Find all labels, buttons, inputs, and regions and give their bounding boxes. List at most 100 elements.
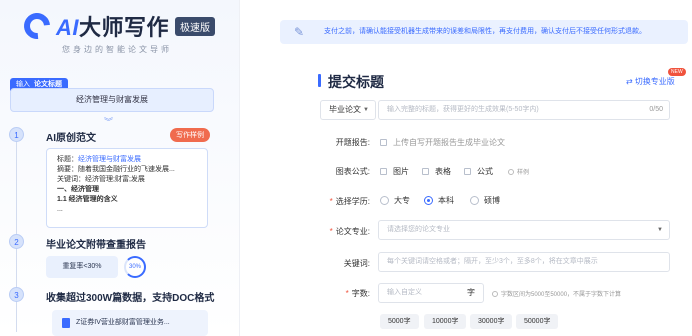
radio-selected-icon [424,196,433,206]
chart-example-link[interactable]: 样例 [508,167,529,176]
sample-ellipsis: ... [57,206,63,213]
notice-text: 支付之前，请确认能接受机器生成带来的误差和局限性，再支付费用，确认支付后不接受任… [324,28,646,35]
chart-option-label: 表格 [435,167,451,176]
dropdown-arrow-icon: ▼ [363,107,369,113]
keywords-label: 关键词: [310,258,370,269]
chart-label-text: 图表公式: [335,167,370,176]
words-hint: 字数区间为5000至50000，不属于字数下计算 [492,289,621,298]
step-number: 1 [9,127,24,142]
step-title: 收集超过300W篇数据，支持DOC格式 [46,293,215,304]
duplicate-ring: 30% [124,256,146,278]
input-title-box: 输入 论文标题 经济管理与财富发展 [8,78,236,112]
switch-icon: ⇄ [626,77,633,86]
step-number: 2 [9,234,24,249]
sample-keywords: 关键词：经济管理;财富;发展 [57,176,145,183]
sample-title-value: 经济管理与财富发展 [78,156,141,163]
checkbox-icon [464,168,471,176]
step-title: AI原创范文 [46,133,96,144]
input-tab-prefix: 输入 [16,81,30,88]
keywords-label-text: 关键词: [343,259,370,268]
duplicate-rate: 重复率<30% [46,256,118,278]
logo-mark-icon [18,7,56,45]
doc-item: Z证券IV营业部财富管理业务... [52,310,208,336]
education-option-bachelor[interactable]: 本科 [424,195,454,206]
words-input[interactable]: 输入自定义 字 [378,283,484,303]
title-char-count: 0/50 [649,106,663,113]
new-badge: NEW [668,68,686,76]
title-input[interactable]: 输入完整的标题，获得更好的生成效果(5-50字内) 0/50 [378,100,670,120]
chart-option-image[interactable]: 图片 [380,166,409,177]
words-placeholder: 输入自定义 [387,289,422,296]
sample-tag[interactable]: 写作样例 [170,128,210,142]
word-chip-50000[interactable]: 50000字 [516,314,559,329]
major-label-text: 论文专业: [335,227,370,236]
logo-name: 大师写作 [79,15,170,40]
input-tab-label: 论文标题 [34,81,62,88]
notice-icon: ✎ [294,25,305,39]
title-placeholder: 输入完整的标题，获得更好的生成效果(5-50字内) [387,106,539,113]
required-mark: * [329,197,333,206]
words-unit: 字 [467,288,475,297]
sample-card: 标题：经济管理与财富发展 摘要：随着我国金融行业的飞速发展... 关键词：经济管… [46,148,208,228]
switch-pro-button[interactable]: ⇄ 切换专业版 [626,76,675,87]
chart-option-formula[interactable]: 公式 [464,166,493,177]
section-title: 提交标题 [318,72,384,92]
step-title: 毕业论文附带查重报告 [46,240,146,251]
payment-notice: ✎ 支付之前，请确认能接受机器生成带来的误差和局限性，再支付费用，确认支付后不接… [280,20,688,44]
education-label-text: 选择学历: [335,197,370,206]
major-select[interactable]: 请选择您的论文专业 ▼ [378,220,670,240]
paper-type-value: 毕业论文 [329,105,361,114]
word-chip-5000[interactable]: 5000字 [380,314,419,329]
radio-icon [470,196,479,206]
chart-option-table[interactable]: 表格 [422,166,451,177]
chevrons-down-icon: ︾ [104,117,114,127]
chart-option-label: 公式 [477,167,493,176]
section-title-text: 提交标题 [328,74,384,90]
checkbox-icon [380,139,387,147]
step-number: 3 [9,287,24,302]
education-label: * 选择学历: [310,196,370,207]
required-mark: * [329,227,333,236]
education-option-college[interactable]: 大专 [380,195,410,206]
left-panel: AI大师写作 极速版 您身边的智能论文导师 输入 论文标题 经济管理与财富发展 ︾… [0,0,240,336]
education-option-label: 大专 [394,196,410,205]
info-icon [492,291,498,298]
sample-heading-1: 一、经济管理 [57,186,99,193]
dropdown-arrow-icon: ▼ [657,227,663,233]
chart-label: 图表公式: [310,166,370,177]
logo-ai: AI [56,15,79,40]
proposal-checkbox[interactable]: 上传自写开题报告生成毕业论文 [380,137,505,148]
edition-badge: 极速版 [175,16,216,36]
document-icon [62,318,70,328]
checkbox-icon [422,168,429,176]
sample-heading-2: 1.1 经济管理的含义 [57,196,118,203]
education-option-label: 本科 [438,196,454,205]
proposal-label: 开题报告: [310,137,370,148]
word-chip-30000[interactable]: 30000字 [470,314,513,329]
input-title-value: 经济管理与财富发展 [10,88,214,112]
sample-title: 标题：经济管理与财富发展 [57,155,197,165]
sample-abstract: 摘要：随着我国金融行业的飞速发展... [57,166,175,173]
slogan: 您身边的智能论文导师 [62,45,172,54]
chart-example-label: 样例 [517,170,530,176]
proposal-option-label: 上传自写开题报告生成毕业论文 [393,138,505,147]
radio-icon [380,196,389,206]
keywords-input[interactable]: 每个关键词请空格或者；隔开，至少3个，至多8个，将在文章中展示 [378,252,670,272]
info-icon [508,169,514,176]
paper-type-select[interactable]: 毕业论文 ▼ [320,100,376,120]
switch-pro-label: 切换专业版 [634,77,675,86]
major-placeholder: 请选择您的论文专业 [387,226,450,233]
word-chip-10000[interactable]: 10000字 [424,314,467,329]
logo: AI大师写作 极速版 [18,7,216,45]
education-option-master[interactable]: 硕博 [470,195,500,206]
checkbox-icon [380,168,387,176]
required-mark: * [345,289,349,298]
education-option-label: 硕博 [484,196,500,205]
words-label-text: 字数: [351,289,370,298]
chart-option-label: 图片 [393,167,409,176]
words-label: * 字数: [310,288,370,299]
major-label: * 论文专业: [310,226,370,237]
doc-item-label: Z证券IV营业部财富管理业务... [76,319,170,326]
logo-text: AI大师写作 [56,10,169,42]
words-hint-text: 字数区间为5000至50000，不属于字数下计算 [501,292,622,298]
